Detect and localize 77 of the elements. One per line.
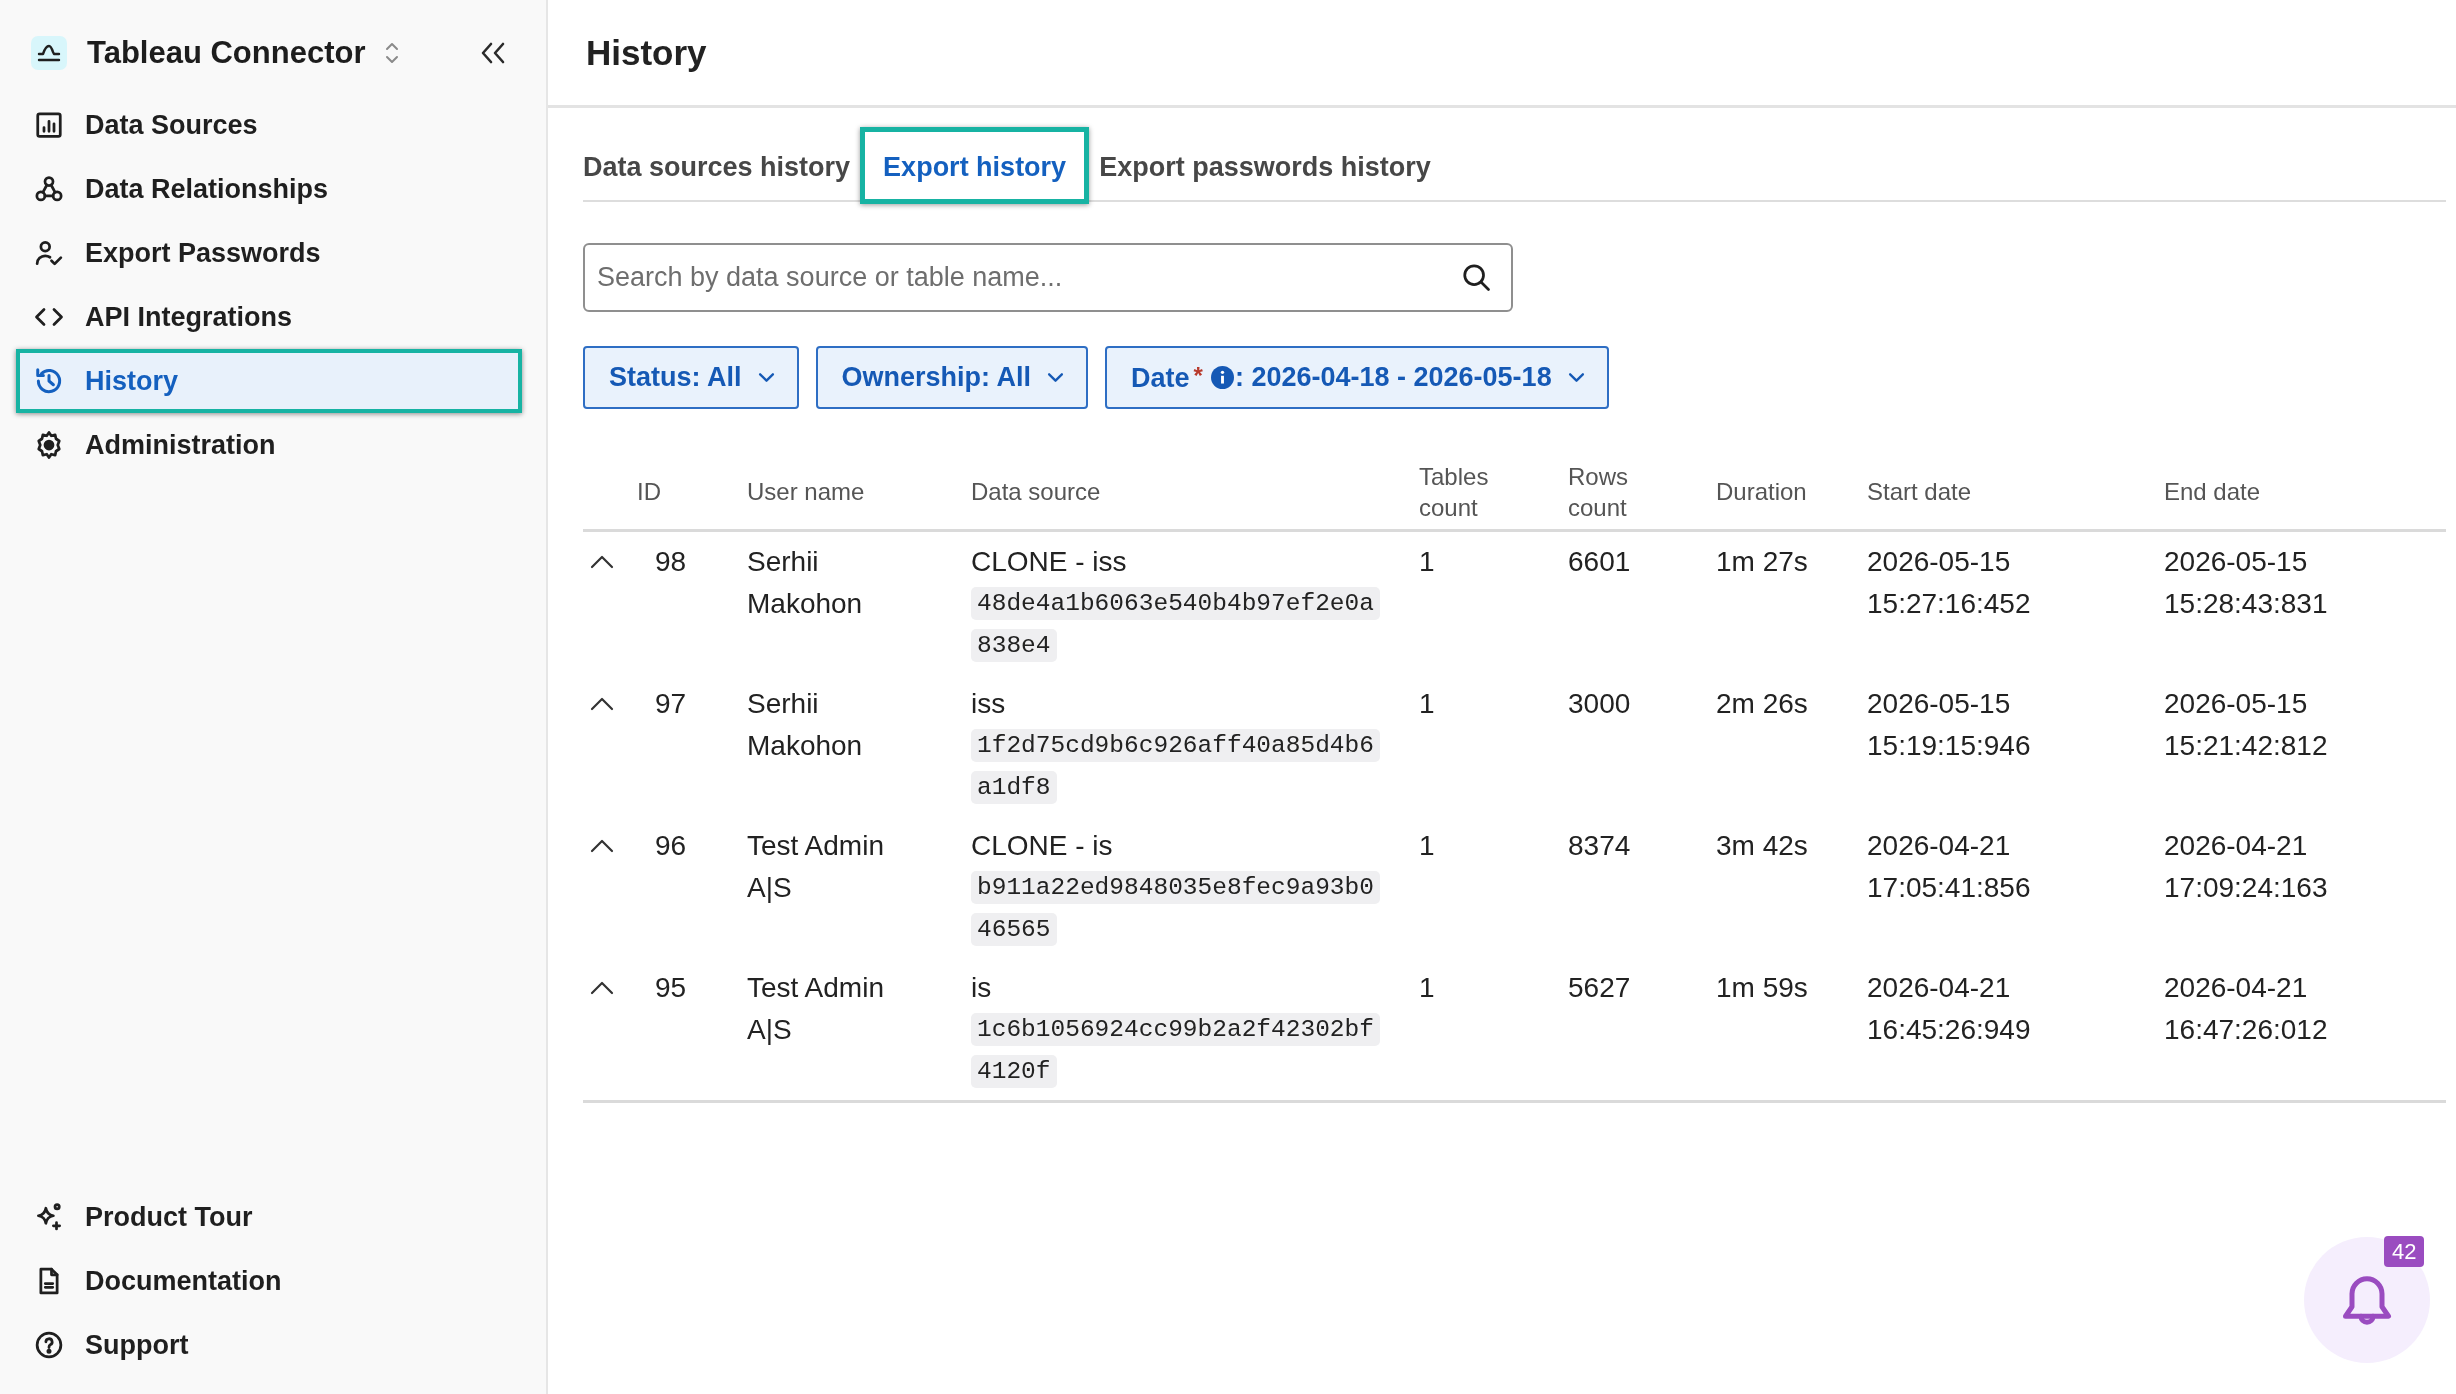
user-name: Test Admin A|S: [747, 972, 884, 1045]
rows-count: 3000: [1568, 688, 1631, 719]
sidebar-link[interactable]: Product Tour: [16, 1185, 522, 1249]
chevron-up-icon[interactable]: [590, 555, 614, 569]
start-date: 2026-04-21 17:05:41:856: [1867, 830, 2031, 903]
up-down-chevron-icon[interactable]: [385, 42, 400, 64]
help-icon: [34, 1330, 64, 1360]
data-source-name: is: [971, 972, 992, 1003]
nav-item[interactable]: Administration: [16, 413, 522, 477]
end-date: 2026-04-21 16:47:26:012: [2164, 972, 2328, 1045]
column-header: Rows count: [1568, 462, 1628, 521]
app-logo-icon: [31, 36, 67, 70]
tables-count: 1: [1419, 546, 1435, 577]
user-name: Serhii Makohon: [747, 546, 863, 619]
column-header: Tables count: [1419, 462, 1489, 521]
column-header: Data source: [971, 478, 1101, 505]
column-header: End date: [2164, 478, 2261, 505]
duration: 1m 27s: [1716, 546, 1808, 577]
rows-count: 6601: [1568, 546, 1631, 577]
search-field[interactable]: Search by data source or table name...: [583, 243, 1513, 312]
nav-item[interactable]: History: [16, 349, 522, 413]
chevron-up-icon[interactable]: [590, 981, 614, 995]
end-date: 2026-05-15 15:21:42:812: [2164, 688, 2328, 761]
tab[interactable]: Data sources history: [573, 127, 861, 204]
column-header: Start date: [1867, 478, 1972, 505]
user-check-icon: [34, 238, 64, 268]
data-source-name: CLONE - is: [971, 830, 1113, 861]
tab[interactable]: Export passwords history: [1089, 127, 1441, 204]
tables-count: 1: [1419, 688, 1435, 719]
nav-item[interactable]: Data Relationships: [16, 157, 522, 221]
nav-item[interactable]: Export Passwords: [16, 221, 522, 285]
row-id: 96: [655, 830, 687, 861]
history-icon: [34, 366, 64, 396]
caret-down-icon: [1567, 372, 1585, 383]
search-icon[interactable]: [1461, 262, 1491, 292]
duration: 3m 42s: [1716, 830, 1808, 861]
rows-count: 5627: [1568, 972, 1631, 1003]
data-source-name: CLONE - iss: [971, 546, 1127, 577]
settings-icon: [34, 430, 64, 460]
webhook-icon: [34, 174, 64, 204]
column-header: User name: [747, 478, 865, 505]
sidebar-link[interactable]: Documentation: [16, 1249, 522, 1313]
tables-count: 1: [1419, 972, 1435, 1003]
notification-count: 42: [2384, 1236, 2425, 1267]
caret-down-icon: [757, 372, 775, 383]
column-header: Duration: [1716, 478, 1807, 505]
sparkle-icon: [34, 1202, 64, 1232]
page-title: History: [586, 32, 707, 73]
start-date: 2026-04-21 16:45:26:949: [1867, 972, 2031, 1045]
caret-down-icon: [1047, 372, 1065, 383]
filter-dropdown[interactable]: Ownership: All: [815, 346, 1089, 409]
chevron-up-icon[interactable]: [590, 697, 614, 711]
duration: 1m 59s: [1716, 972, 1808, 1003]
user-name: Serhii Makohon: [747, 688, 863, 761]
double-chevron-left-icon[interactable]: [480, 42, 506, 64]
duration: 2m 26s: [1716, 688, 1808, 719]
filter-dropdown[interactable]: Date$^{*}$ : 2026-04-18 - 2026-05-18: [1105, 346, 1609, 409]
data-source-name: iss: [971, 688, 1006, 719]
sidebar-link[interactable]: Support: [16, 1313, 522, 1377]
row-id: 97: [655, 688, 687, 719]
start-date: 2026-05-15 15:19:15:946: [1867, 688, 2031, 761]
nav-item[interactable]: API Integrations: [16, 285, 522, 349]
column-header: ID: [637, 478, 661, 505]
nav-item[interactable]: Data Sources: [16, 93, 522, 157]
row-id: 98: [655, 546, 687, 577]
end-date: 2026-04-21 17:09:24:163: [2164, 830, 2328, 903]
bar-chart-icon: [34, 110, 64, 140]
user-name: Test Admin A|S: [747, 830, 884, 903]
app-title: Tableau Connector: [87, 35, 366, 71]
row-id: 95: [655, 972, 687, 1003]
end-date: 2026-05-15 15:28:43:831: [2164, 546, 2328, 619]
tables-count: 1: [1419, 830, 1435, 861]
filter-dropdown[interactable]: Status: All: [583, 346, 799, 409]
rows-count: 8374: [1568, 830, 1631, 861]
tab[interactable]: Export history: [860, 127, 1090, 204]
chevron-up-icon[interactable]: [590, 839, 614, 853]
start-date: 2026-05-15 15:27:16:452: [1867, 546, 2031, 619]
